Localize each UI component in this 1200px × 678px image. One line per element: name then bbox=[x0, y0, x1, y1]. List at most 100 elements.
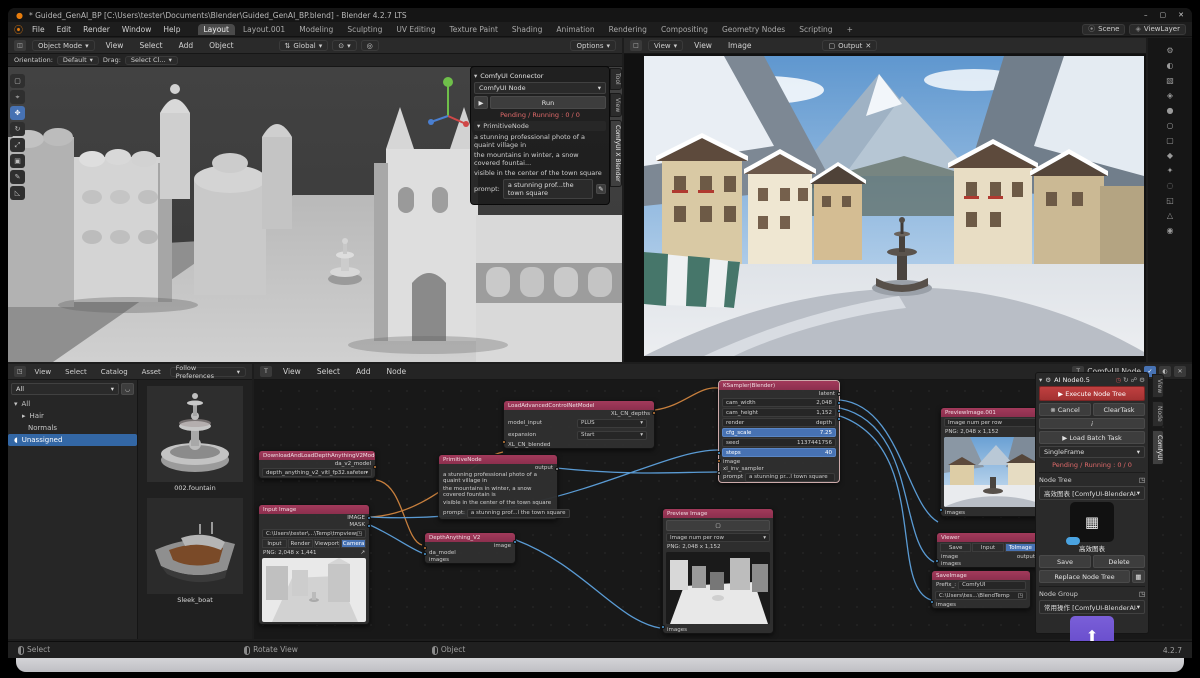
move-gizmo[interactable] bbox=[426, 72, 470, 128]
tool-scale[interactable]: ⤢ bbox=[10, 138, 25, 152]
tool-measure[interactable]: ◺ bbox=[10, 186, 25, 200]
subpanel-collapse-icon[interactable]: ▾ bbox=[477, 122, 480, 130]
node-input-image[interactable]: Input Image IMAGE MASK C:\Users\tester\.… bbox=[258, 504, 370, 625]
node-title[interactable]: Viewer bbox=[937, 533, 1039, 542]
tool-cursor[interactable]: ⌖ bbox=[10, 90, 25, 104]
node-preview-color[interactable]: PreviewImage.001 Image num per row▾ PNG:… bbox=[940, 407, 1046, 517]
collapse-icon[interactable]: ▾ bbox=[474, 72, 477, 80]
node-sidebar-tab-node[interactable]: Node bbox=[1152, 401, 1164, 427]
node-title[interactable]: Input Image bbox=[259, 505, 369, 514]
render-mode-field[interactable]: renderdepth bbox=[722, 418, 836, 427]
execute-node-tree-button[interactable]: ▶ Execute Node Tree bbox=[1039, 386, 1145, 401]
image-path-field[interactable]: C:\Users\tester\...\Temp\tmpviewport.png… bbox=[262, 529, 366, 538]
workspace-tab-sculpting[interactable]: Sculpting bbox=[341, 24, 388, 35]
workspace-add-button[interactable]: + bbox=[841, 24, 859, 35]
tool-drag-dropdown[interactable]: Select Cl... ▾ bbox=[125, 56, 178, 65]
menu-help[interactable]: Help bbox=[158, 24, 185, 35]
prefix-field[interactable]: ComfyUI bbox=[958, 581, 1026, 590]
viewlayer-selector[interactable]: ◈ ViewLayer bbox=[1129, 24, 1186, 35]
node-primitive[interactable]: PrimitiveNode output a stunning professi… bbox=[438, 454, 558, 520]
node-group-select[interactable]: 常用操作 [ComfyUI-BlenderAI-node]▾ bbox=[1039, 600, 1145, 614]
run-button[interactable]: Run bbox=[490, 96, 606, 109]
catalog-item-normals[interactable]: Normals bbox=[8, 422, 137, 434]
timer-icon[interactable]: ◷ bbox=[1115, 376, 1121, 384]
prompt-field[interactable]: a stunning prof...l the town square bbox=[467, 509, 570, 518]
asset-menu-catalog[interactable]: Catalog bbox=[96, 367, 133, 377]
viewer-toimage-button[interactable]: ToImage bbox=[1005, 543, 1036, 552]
boat-thumbnail[interactable] bbox=[147, 498, 243, 594]
node-title[interactable]: SaveImage bbox=[932, 571, 1030, 580]
node-tree-select[interactable]: 高效图表 [ComfyUI-BlenderAI-n...▾ bbox=[1039, 486, 1145, 500]
cam-width-field[interactable]: cam_width2,048 bbox=[722, 398, 836, 407]
close-button[interactable]: ✕ bbox=[1178, 11, 1184, 19]
settings-icon[interactable]: ⚙ bbox=[1139, 376, 1145, 384]
viewport-menu-object[interactable]: Object bbox=[204, 40, 238, 51]
node-viewer[interactable]: Viewer Save Input ToImage imageoutput im… bbox=[936, 532, 1040, 568]
tool-transform[interactable]: ▣ bbox=[10, 154, 25, 168]
workspace-tab-rendering[interactable]: Rendering bbox=[603, 24, 653, 35]
data-tab-icon[interactable]: △ bbox=[1167, 211, 1173, 220]
node-title[interactable]: Preview Image bbox=[663, 509, 773, 518]
material-tab-icon[interactable]: ◉ bbox=[1167, 226, 1174, 235]
link-icon[interactable]: ☍ bbox=[1131, 376, 1138, 384]
node-title[interactable]: PreviewImage.001 bbox=[941, 408, 1045, 417]
sidebar-tab-tool[interactable]: Tool bbox=[610, 68, 622, 90]
mode-viewport-button[interactable]: Viewport bbox=[314, 539, 340, 548]
load-batch-task-button[interactable]: ▶ Load Batch Task bbox=[1039, 431, 1145, 444]
workspace-tab-scripting[interactable]: Scripting bbox=[793, 24, 838, 35]
catalog-item-hair[interactable]: ▸Hair bbox=[8, 410, 137, 422]
tool-rotate[interactable]: ↻ bbox=[10, 122, 25, 136]
scene-tab-icon[interactable]: ● bbox=[1167, 106, 1174, 115]
workspace-tab-layout[interactable]: Layout bbox=[198, 24, 236, 35]
workspace-tab-uvediting[interactable]: UV Editing bbox=[390, 24, 441, 35]
save-path-field[interactable]: C:\Users\tes...\BlendTemp◳ bbox=[935, 591, 1027, 600]
cam-height-field[interactable]: cam_height1,152 bbox=[722, 408, 836, 417]
viewport-menu-select[interactable]: Select bbox=[134, 40, 167, 51]
editor-type-icon[interactable]: ◫ bbox=[14, 40, 26, 51]
steps-field[interactable]: steps40 bbox=[722, 448, 836, 457]
node-title[interactable]: PrimitiveNode bbox=[439, 455, 557, 464]
seed-field[interactable]: seed1137441756 bbox=[722, 438, 836, 447]
popout-icon[interactable]: ↗ bbox=[360, 550, 365, 556]
tool-tweak[interactable]: ▢ bbox=[10, 74, 25, 88]
replace-node-tree-button[interactable]: Replace Node Tree bbox=[1039, 570, 1130, 583]
folder-icon[interactable]: ◳ bbox=[1139, 476, 1145, 484]
cfg-scale-field[interactable]: cfg_scale7.25 bbox=[722, 428, 836, 437]
grid-small-icon[interactable]: ▦ bbox=[1132, 570, 1145, 583]
unlink-icon[interactable]: ✕ bbox=[865, 42, 871, 50]
mode-input-button[interactable]: Input bbox=[262, 539, 287, 548]
asset-grid[interactable]: 002.fountain Sleek_boat bbox=[138, 380, 252, 639]
refresh-icon[interactable]: ↻ bbox=[1123, 376, 1128, 384]
play-icon[interactable]: ▶ bbox=[474, 96, 488, 109]
image-datablock-selector[interactable]: ▢ Output ✕ bbox=[822, 40, 877, 51]
viewlayer-tab-icon[interactable]: ◈ bbox=[1167, 91, 1173, 100]
viewport-3d[interactable]: ◫ Object Mode▾ View Select Add Object ⇅ … bbox=[8, 38, 622, 362]
folder-icon[interactable]: ◳ bbox=[1018, 593, 1023, 599]
tool-move[interactable]: ✥ bbox=[10, 106, 25, 120]
node-ksampler[interactable]: KSampler(Blender) latent cam_width2,048 … bbox=[718, 380, 840, 483]
scene-selector[interactable]: ⦿ Scene bbox=[1082, 24, 1125, 35]
image-menu-image[interactable]: Image bbox=[723, 40, 757, 51]
panel-collapse-icon[interactable]: ▾ bbox=[1039, 376, 1042, 384]
modifier-tab-icon[interactable]: ◆ bbox=[1167, 151, 1173, 160]
cancel-button[interactable]: ⊗ Cancel bbox=[1039, 403, 1091, 416]
editor-type-icon[interactable]: □ bbox=[630, 40, 642, 51]
node-sidebar-tab-view[interactable]: View bbox=[1152, 374, 1164, 398]
workspace-tab-modeling[interactable]: Modeling bbox=[293, 24, 339, 35]
viewport-menu-add[interactable]: Add bbox=[174, 40, 199, 51]
tree-save-button[interactable]: Save bbox=[1039, 555, 1091, 568]
proportional-edit-toggle[interactable]: ◎ bbox=[361, 40, 379, 51]
folder-icon[interactable]: ◳ bbox=[357, 531, 362, 537]
minimize-button[interactable]: – bbox=[1144, 11, 1148, 19]
mode-render-button[interactable]: Render bbox=[288, 539, 313, 548]
menu-window[interactable]: Window bbox=[117, 24, 157, 35]
rows-dropdown[interactable]: Image num per row▾ bbox=[944, 418, 1042, 427]
asset-browser[interactable]: ◳ View Select Catalog Asset Follow Prefe… bbox=[8, 364, 252, 639]
node-controlnet-loader[interactable]: LoadAdvancedControlNetModel XL_CN_depths… bbox=[503, 400, 655, 449]
tool-orientation-dropdown[interactable]: Default ▾ bbox=[57, 56, 99, 65]
workspace-tab-geometrynodes[interactable]: Geometry Nodes bbox=[716, 24, 791, 35]
image-editor[interactable]: □ View ▾ View Image ▢ Output ✕ bbox=[624, 38, 1146, 362]
node-depth-anything[interactable]: DepthAnything_V2 image da_model images bbox=[424, 532, 516, 564]
sidebar-tab-comfyui[interactable]: ComfyUI X Blender bbox=[610, 120, 622, 187]
workspace-tab-texturepaint[interactable]: Texture Paint bbox=[444, 24, 504, 35]
